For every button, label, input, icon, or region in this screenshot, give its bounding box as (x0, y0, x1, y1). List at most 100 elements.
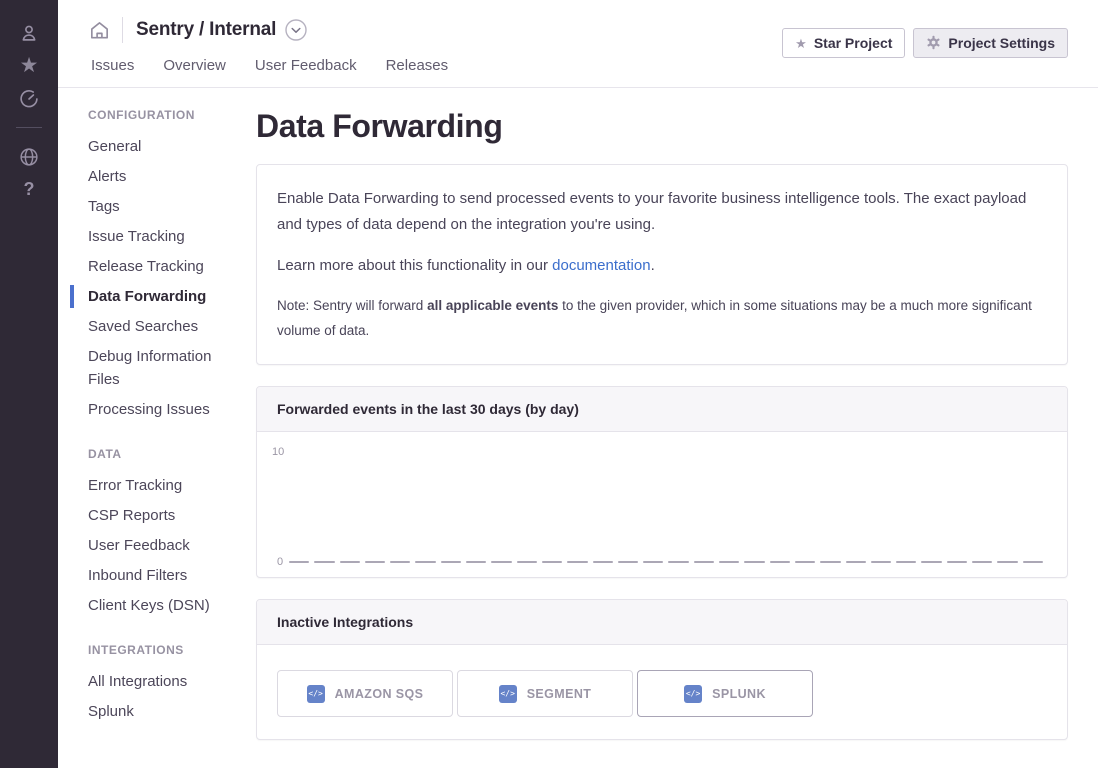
info-paragraph-2: Learn more about this functionality in o… (277, 253, 1047, 279)
star-project-button[interactable]: ★ Star Project (782, 28, 905, 58)
nav-section-heading-data: DATA (70, 447, 256, 461)
help-icon[interactable]: ? (0, 173, 58, 206)
main-column: Data Forwarding Enable Data Forwarding t… (256, 88, 1098, 761)
code-icon: </> (499, 685, 517, 703)
top-bar: Sentry / Internal Issues Overview User F… (58, 0, 1098, 88)
chart-bar (744, 561, 764, 563)
sidebar-item-tags[interactable]: Tags (70, 195, 240, 218)
chart-bar (921, 561, 941, 563)
info-paragraph-2-suffix: . (651, 257, 655, 274)
chart-bar (770, 561, 790, 563)
project-settings-button[interactable]: Project Settings (913, 28, 1068, 58)
sidebar-item-issue-tracking[interactable]: Issue Tracking (70, 225, 240, 248)
content: CONFIGURATION General Alerts Tags Issue Trac… (58, 88, 1098, 761)
app-rail: ★? (0, 0, 58, 768)
breadcrumb-divider (122, 17, 123, 43)
nav-section-heading-integrations: INTEGRATIONS (70, 643, 256, 657)
project-settings-label: Project Settings (948, 35, 1055, 51)
chart-bar (567, 561, 587, 563)
chart-bar (365, 561, 385, 563)
inactive-integrations-panel: Inactive Integrations </> AMAZON SQS </> SE… (256, 599, 1068, 740)
chart-bar (896, 561, 916, 563)
chart-bar (643, 561, 663, 563)
page: Sentry / Internal Issues Overview User F… (58, 0, 1098, 761)
sidebar-item-processing-issues[interactable]: Processing Issues (70, 398, 240, 421)
tab-overview[interactable]: Overview (163, 57, 226, 74)
info-paragraph-1-text: Enable Data Forwarding to send processed… (277, 190, 1026, 233)
info-panel: Enable Data Forwarding to send processed… (256, 164, 1068, 365)
chevron-down-icon[interactable] (285, 19, 307, 41)
globe-icon[interactable] (0, 140, 58, 173)
chart-bar (491, 561, 511, 563)
tab-user-feedback[interactable]: User Feedback (255, 57, 357, 74)
history-icon[interactable] (0, 82, 58, 115)
chart-bar (1023, 561, 1043, 563)
note-prefix: Note: Sentry will forward (277, 298, 427, 313)
chart-bars (289, 448, 1043, 563)
chart-bar (340, 561, 360, 563)
chart-bar (289, 561, 309, 563)
chart-bar (466, 561, 486, 563)
project-title[interactable]: Sentry / Internal (136, 19, 276, 41)
forwarded-events-chart: 10 0 (257, 432, 1067, 577)
chart-bar (719, 561, 739, 563)
chart-bar (542, 561, 562, 563)
sidebar-item-all-integrations[interactable]: All Integrations (70, 670, 240, 693)
info-panel-body: Enable Data Forwarding to send processed… (257, 165, 1067, 364)
sidebar-item-saved-searches[interactable]: Saved Searches (70, 315, 240, 338)
settings-nav: CONFIGURATION General Alerts Tags Issue Trac… (58, 88, 256, 761)
tab-releases[interactable]: Releases (386, 57, 449, 74)
chart-bar (668, 561, 688, 563)
sidebar-item-user-feedback[interactable]: User Feedback (70, 534, 240, 557)
info-paragraph-1: Enable Data Forwarding to send processed… (277, 186, 1047, 238)
sidebar-item-general[interactable]: General (70, 135, 240, 158)
documentation-link[interactable]: documentation (552, 257, 650, 274)
sidebar-item-splunk[interactable]: Splunk (70, 700, 240, 723)
code-icon: </> (684, 685, 702, 703)
chart-bar (694, 561, 714, 563)
chart-bar (846, 561, 866, 563)
integration-card-amazon-sqs[interactable]: </> AMAZON SQS (277, 670, 453, 717)
sidebar-item-data-forwarding[interactable]: Data Forwarding (70, 285, 240, 308)
chart-bar (795, 561, 815, 563)
code-icon: </> (307, 685, 325, 703)
integration-card-segment[interactable]: </> SEGMENT (457, 670, 633, 717)
sidebar-item-alerts[interactable]: Alerts (70, 165, 240, 188)
sidebar-item-inbound-filters[interactable]: Inbound Filters (70, 564, 240, 587)
chart-bar (947, 561, 967, 563)
chart-bar (820, 561, 840, 563)
user-icon[interactable] (0, 16, 58, 49)
chart-bar (593, 561, 613, 563)
chart-panel: Forwarded events in the last 30 days (by… (256, 386, 1068, 578)
integration-card-splunk[interactable]: </>SPLUNK (637, 670, 813, 717)
chart-bar (618, 561, 638, 563)
integration-label: SEGMENT (527, 687, 592, 701)
info-paragraph-2-text: Learn more about this functionality in o… (277, 257, 552, 274)
y-axis-tick-10: 10 (272, 446, 284, 458)
sidebar-item-debug-information-files[interactable]: Debug Information Files (70, 345, 240, 391)
home-icon[interactable] (88, 19, 111, 42)
chart-bar (314, 561, 334, 563)
header-actions: ★ Star Project Project Settings (782, 28, 1068, 58)
star-project-label: Star Project (814, 35, 893, 51)
chart-bar (997, 561, 1017, 563)
sidebar-item-client-keys-dsn[interactable]: Client Keys (DSN) (70, 594, 240, 617)
inactive-integrations-title: Inactive Integrations (257, 600, 1067, 645)
chart-bar (517, 561, 537, 563)
rail-divider (16, 127, 42, 128)
chart-bar (871, 561, 891, 563)
sidebar-item-csp-reports[interactable]: CSP Reports (70, 504, 240, 527)
chart-bar (390, 561, 410, 563)
star-icon: ★ (795, 37, 807, 50)
info-note: Note: Sentry will forward all applicable… (277, 294, 1047, 344)
integration-label: AMAZON SQS (335, 687, 424, 701)
y-axis-tick-0: 0 (277, 556, 283, 568)
integrations-list: </> AMAZON SQS </> SEGMENT </>SPLUNK (257, 645, 1067, 739)
tab-issues[interactable]: Issues (91, 57, 134, 74)
note-bold: all applicable events (427, 298, 558, 313)
nav-section-heading-configuration: CONFIGURATION (70, 108, 256, 122)
chart-bar (415, 561, 435, 563)
sidebar-item-error-tracking[interactable]: Error Tracking (70, 474, 240, 497)
star-icon[interactable]: ★ (0, 49, 58, 82)
sidebar-item-release-tracking[interactable]: Release Tracking (70, 255, 240, 278)
